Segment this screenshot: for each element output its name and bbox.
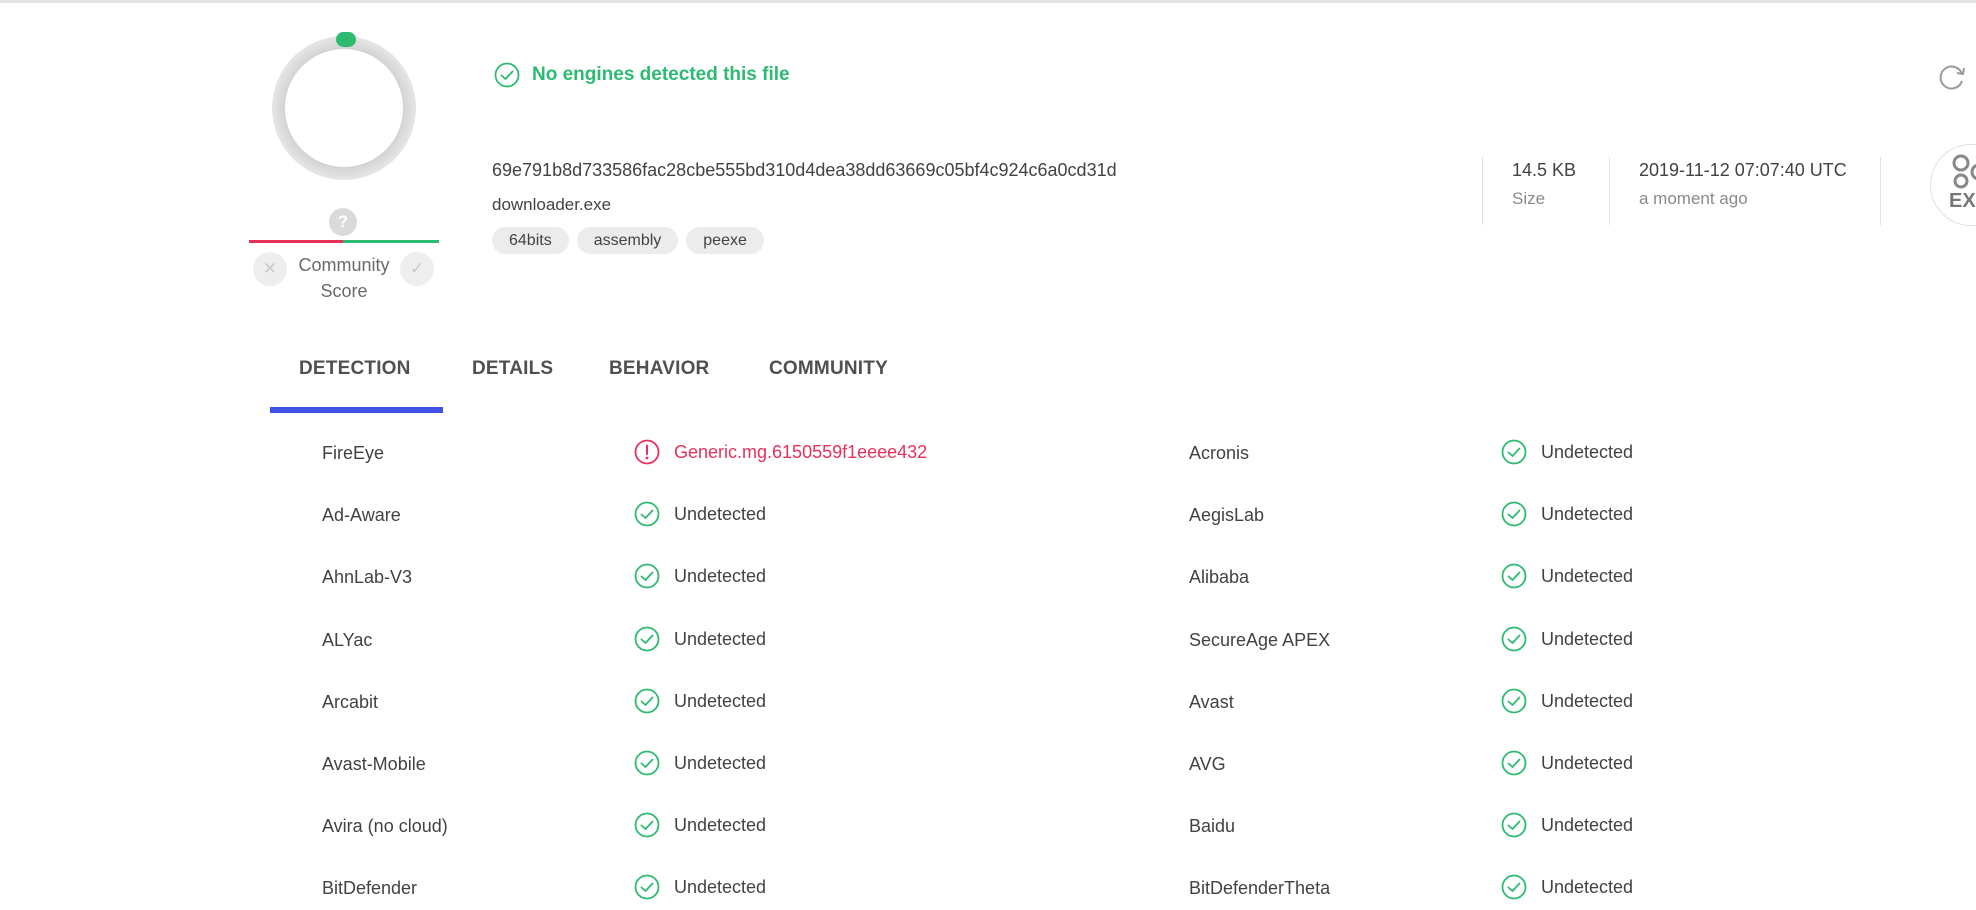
community-score-bar-negative xyxy=(249,240,343,243)
engine-result: Undetected xyxy=(1501,563,1633,589)
tag-64bits[interactable]: 64bits xyxy=(492,227,569,254)
file-type-label: EX xyxy=(1949,190,1976,212)
active-tab-indicator xyxy=(270,407,443,413)
engine-result-text: Undetected xyxy=(674,565,767,586)
engine-result: Undetected xyxy=(1501,439,1633,465)
engine-name: BitDefender xyxy=(322,878,418,898)
engine-name: BitDefenderTheta xyxy=(1189,878,1331,898)
community-score-bar-positive xyxy=(343,240,439,243)
engine-result-text: Undetected xyxy=(1541,441,1634,462)
check-circle-icon xyxy=(1501,874,1527,900)
check-circle-icon xyxy=(1501,501,1527,527)
check-circle-icon xyxy=(634,563,660,589)
engine-result: Undetected xyxy=(1501,750,1633,776)
detection-status: No engines detected this file xyxy=(494,62,790,88)
tab-detection[interactable]: DETECTION xyxy=(299,358,411,380)
detection-score-ring xyxy=(272,36,416,180)
tab-behavior[interactable]: BEHAVIOR xyxy=(609,358,709,380)
engine-name: Ad-Aware xyxy=(322,505,401,525)
engine-result-text: Undetected xyxy=(674,814,767,835)
check-circle-icon xyxy=(1501,439,1527,465)
engine-name: SecureAge APEX xyxy=(1189,630,1331,650)
check-circle-icon xyxy=(634,750,660,776)
engine-result-text: Undetected xyxy=(674,503,767,524)
engine-result: Undetected xyxy=(1501,812,1633,838)
file-size-label: Size xyxy=(1512,189,1546,208)
engine-result: Undetected xyxy=(634,812,766,838)
divider xyxy=(1482,157,1483,225)
tab-community[interactable]: COMMUNITY xyxy=(769,358,888,380)
engine-result-text: Undetected xyxy=(1541,876,1634,897)
engine-result-text: Undetected xyxy=(1541,814,1634,835)
engine-result-text: Undetected xyxy=(1541,628,1634,649)
engine-name: Acronis xyxy=(1189,443,1250,463)
check-circle-icon xyxy=(634,626,660,652)
community-score-label: Community Score xyxy=(298,255,390,301)
engine-result: Undetected xyxy=(634,501,766,527)
check-circle-icon xyxy=(494,62,520,88)
file-name: downloader.exe xyxy=(492,195,612,214)
check-circle-icon xyxy=(1501,688,1527,714)
engine-name: Avira (no cloud) xyxy=(322,816,448,836)
tag-assembly[interactable]: assembly xyxy=(576,227,679,254)
check-circle-icon xyxy=(1501,812,1527,838)
tag-peexe[interactable]: peexe xyxy=(686,227,764,254)
engine-name: Arcabit xyxy=(322,692,379,712)
engine-result-text: Undetected xyxy=(1541,565,1634,586)
check-circle-icon xyxy=(1501,563,1527,589)
file-tags: 64bits assembly peexe xyxy=(492,227,764,254)
engine-name: Alibaba xyxy=(1189,567,1250,587)
check-circle-icon xyxy=(634,812,660,838)
score-indicator-dot xyxy=(336,32,356,47)
engine-result-text: Undetected xyxy=(1541,690,1634,711)
engine-result-text: Undetected xyxy=(1541,752,1634,773)
divider xyxy=(1609,157,1610,225)
alert-circle-icon xyxy=(634,439,660,465)
vote-harmless-button[interactable]: ✓ xyxy=(400,252,434,286)
detection-status-text: No engines detected this file xyxy=(532,64,790,85)
divider xyxy=(1880,157,1881,225)
engine-result-text: Undetected xyxy=(1541,503,1634,524)
engine-result: Undetected xyxy=(634,626,766,652)
check-circle-icon xyxy=(1501,750,1527,776)
engine-name: ALYac xyxy=(322,630,373,650)
check-circle-icon xyxy=(1501,626,1527,652)
engine-result: Undetected xyxy=(1501,688,1633,714)
engine-name: AegisLab xyxy=(1189,505,1265,525)
engine-name: FireEye xyxy=(322,443,385,463)
engine-name: Avast-Mobile xyxy=(322,754,426,774)
engine-result: Undetected xyxy=(1501,501,1633,527)
check-circle-icon xyxy=(634,688,660,714)
file-type-badge: EX xyxy=(1930,144,1976,226)
engine-result: Undetected xyxy=(1501,626,1633,652)
engine-result-text: Undetected xyxy=(674,876,767,897)
engine-result-text: Generic.mg.6150559f1eeee432 xyxy=(674,441,928,462)
refresh-icon[interactable] xyxy=(1935,60,1969,94)
file-hash[interactable]: 69e791b8d733586fac28cbe555bd310d4dea38dd… xyxy=(492,160,1117,181)
engine-name: Avast xyxy=(1189,692,1234,712)
engine-result: Undetected xyxy=(634,563,766,589)
engine-result: Generic.mg.6150559f1eeee432 xyxy=(634,439,927,465)
engine-name: AVG xyxy=(1189,754,1226,774)
engine-result: Undetected xyxy=(1501,874,1633,900)
engine-name: AhnLab-V3 xyxy=(322,567,413,587)
engine-name: Baidu xyxy=(1189,816,1236,836)
engine-result-text: Undetected xyxy=(674,752,767,773)
engine-result-text: Undetected xyxy=(674,690,767,711)
file-size-value: 14.5 KB xyxy=(1512,160,1577,180)
scan-date-value: 2019-11-12 07:07:40 UTC xyxy=(1639,160,1847,180)
engine-result: Undetected xyxy=(634,688,766,714)
check-circle-icon xyxy=(634,874,660,900)
check-circle-icon xyxy=(634,501,660,527)
community-score-question-icon: ? xyxy=(329,208,357,236)
scan-date-relative: a moment ago xyxy=(1639,189,1748,208)
engine-result-text: Undetected xyxy=(674,628,767,649)
top-border xyxy=(0,0,1976,3)
vote-malicious-button[interactable]: ✕ xyxy=(253,252,287,286)
gears-icon xyxy=(1952,154,1976,189)
tab-details[interactable]: DETAILS xyxy=(472,358,553,380)
engine-result: Undetected xyxy=(634,750,766,776)
engine-result: Undetected xyxy=(634,874,766,900)
